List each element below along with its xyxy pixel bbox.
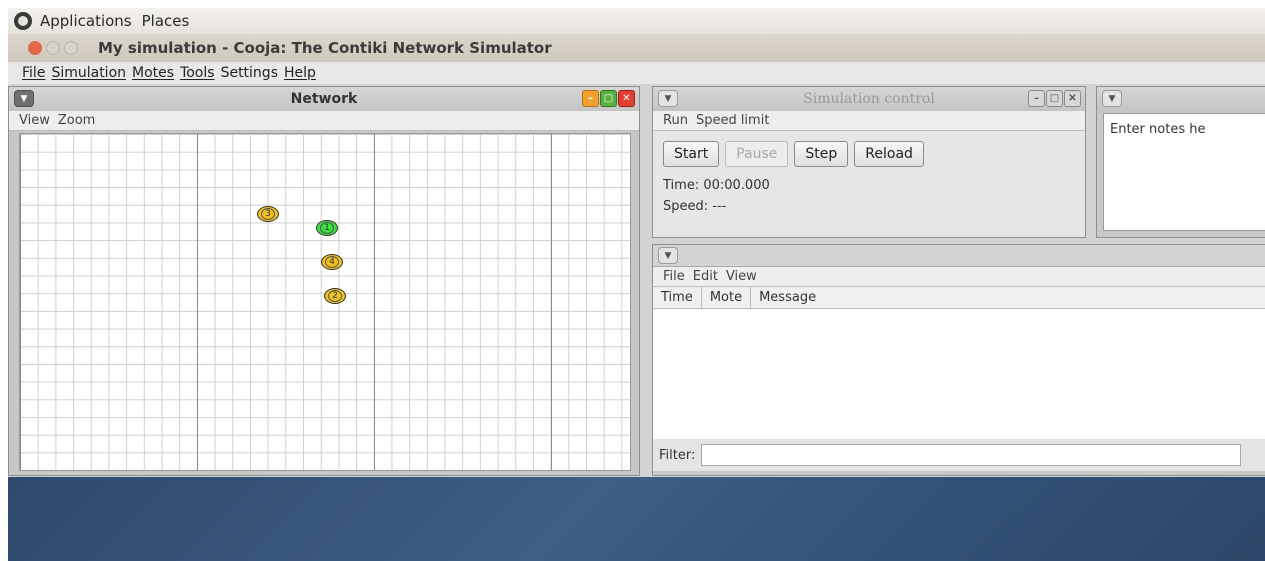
log-table-header: Time Mote Message <box>653 287 1265 309</box>
ubuntu-logo-icon[interactable] <box>14 12 32 30</box>
window-titlebar: My simulation - Cooja: The Contiki Netwo… <box>8 34 1265 62</box>
simulation-speed: Speed: --- <box>663 199 727 214</box>
menu-file[interactable]: File <box>22 65 45 81</box>
filter-input[interactable] <box>701 444 1242 466</box>
notes-frame: ▼ Enter notes he <box>1096 86 1265 238</box>
simulation-control-titlebar[interactable]: ▼ Simulation control – □ ✕ <box>653 87 1085 111</box>
sim-menu-run[interactable]: Run <box>663 113 688 128</box>
maximize-window-icon[interactable] <box>64 41 78 55</box>
menu-motes[interactable]: Motes <box>132 65 174 81</box>
menu-tools[interactable]: Tools <box>180 65 215 81</box>
filter-label: Filter: <box>659 447 696 463</box>
log-table-body[interactable] <box>653 309 1265 439</box>
desktop-wallpaper <box>8 477 1265 561</box>
menu-help[interactable]: Help <box>284 65 316 81</box>
network-titlebar[interactable]: ▼ Network – □ ✕ <box>9 87 639 111</box>
step-button[interactable]: Step <box>794 141 849 167</box>
notes-textarea[interactable]: Enter notes he <box>1103 113 1265 231</box>
close-window-icon[interactable] <box>28 41 42 55</box>
maximize-icon[interactable]: □ <box>1046 90 1063 107</box>
column-message[interactable]: Message <box>751 287 824 308</box>
column-time[interactable]: Time <box>653 287 702 308</box>
menu-settings: Settings <box>220 65 278 81</box>
mote-2[interactable]: 2 <box>324 288 346 304</box>
frame-menu-icon[interactable]: ▼ <box>1102 90 1122 107</box>
mote-3[interactable]: 3 <box>257 206 279 222</box>
log-menubar: File Edit View <box>653 267 1265 287</box>
network-menu-view[interactable]: View <box>19 113 50 128</box>
mote-4[interactable]: 4 <box>321 254 343 270</box>
log-listener-frame: ▼ File Edit View Time Mote Message Filte… <box>652 244 1265 476</box>
minimize-icon[interactable]: – <box>1028 90 1045 107</box>
frame-menu-icon[interactable]: ▼ <box>658 247 678 264</box>
simulation-control-body: Start Pause Step Reload Time: 00:00.000 … <box>653 131 1085 237</box>
network-menubar: View Zoom <box>9 111 639 131</box>
simulation-control-frame: ▼ Simulation control – □ ✕ Run Speed lim… <box>652 86 1086 238</box>
network-menu-zoom[interactable]: Zoom <box>58 113 95 128</box>
window-title: My simulation - Cooja: The Contiki Netwo… <box>98 39 552 57</box>
network-title: Network <box>290 91 358 107</box>
top-panel: Applications Places <box>8 8 1265 34</box>
minimize-icon[interactable]: – <box>582 90 599 107</box>
log-menu-view[interactable]: View <box>726 269 757 284</box>
column-mote[interactable]: Mote <box>702 287 752 308</box>
frame-menu-icon[interactable]: ▼ <box>658 90 678 107</box>
minimize-window-icon[interactable] <box>46 41 60 55</box>
simulation-control-title: Simulation control <box>803 91 935 107</box>
close-icon[interactable]: ✕ <box>1064 90 1081 107</box>
notes-titlebar[interactable]: ▼ <box>1097 87 1265 111</box>
reload-button[interactable]: Reload <box>854 141 924 167</box>
log-titlebar[interactable]: ▼ <box>653 245 1265 267</box>
network-grid[interactable]: 3 1 4 2 <box>19 133 631 471</box>
sim-menu-speed-limit[interactable]: Speed limit <box>696 113 769 128</box>
log-menu-file[interactable]: File <box>663 269 685 284</box>
close-icon[interactable]: ✕ <box>618 90 635 107</box>
log-menu-edit[interactable]: Edit <box>693 269 718 284</box>
simulation-control-menubar: Run Speed limit <box>653 111 1085 131</box>
simulation-time: Time: 00:00.000 <box>663 178 770 193</box>
mote-1[interactable]: 1 <box>316 220 338 236</box>
places-menu[interactable]: Places <box>142 12 190 30</box>
network-frame: ▼ Network – □ ✕ View Zoom 3 1 4 2 <box>8 86 640 476</box>
start-button[interactable]: Start <box>663 141 720 167</box>
applications-menu[interactable]: Applications <box>40 12 132 30</box>
maximize-icon[interactable]: □ <box>600 90 617 107</box>
log-filter-row: Filter: <box>653 439 1265 471</box>
frame-menu-icon[interactable]: ▼ <box>14 90 34 107</box>
pause-button: Pause <box>725 141 789 167</box>
menu-simulation[interactable]: Simulation <box>51 65 126 81</box>
main-menubar: File Simulation Motes Tools Settings Hel… <box>8 62 1265 84</box>
